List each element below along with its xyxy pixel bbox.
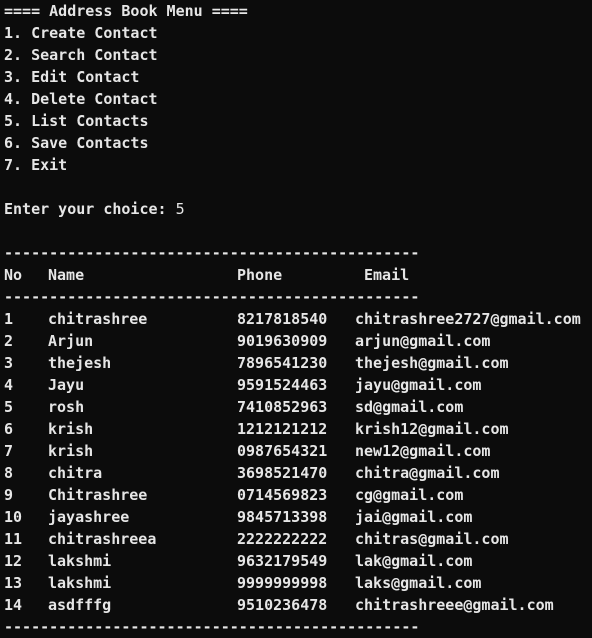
cell-phone: 8217818540 <box>237 310 328 328</box>
table-row: 14 asdfffg 9510236478 chitrashreee@gmail.co… <box>0 594 592 616</box>
cell-name: lakshmi <box>48 552 112 570</box>
choice-prompt-label: Enter your choice: <box>4 200 176 218</box>
table-row: 6 krish 1212121212 krish12@gmail.com <box>0 418 592 440</box>
cell-email: new12@gmail.com <box>355 442 491 460</box>
table-row: 13 lakshmi 9999999998 laks@gmail.com <box>0 572 592 594</box>
cell-phone: 9999999998 <box>237 574 328 592</box>
cell-email: jai@gmail.com <box>355 508 473 526</box>
cell-phone: 1212121212 <box>237 420 328 438</box>
cell-name: rosh <box>48 398 85 416</box>
table-row: 12 lakshmi 9632179549 lak@gmail.com <box>0 550 592 572</box>
cell-no: 6 <box>4 420 14 438</box>
cell-phone: 2222222222 <box>237 530 328 548</box>
cell-phone: 9632179549 <box>237 552 328 570</box>
menu-option-edit: 3. Edit Contact <box>4 68 140 86</box>
cell-phone: 9845713398 <box>237 508 328 526</box>
table-row: 3 thejesh 7896541230 thejesh@gmail.com <box>0 352 592 374</box>
cell-name: thejesh <box>48 354 112 372</box>
choice-input-value: 5 <box>175 200 185 218</box>
cell-phone: 7410852963 <box>237 398 328 416</box>
cell-no: 11 <box>4 530 23 548</box>
table-row: 5 rosh 7410852963 sd@gmail.com <box>0 396 592 418</box>
table-header-row: No Name Phone Email <box>0 264 592 286</box>
table-separator-header: ----------------------------------------… <box>4 288 420 306</box>
cell-email: jayu@gmail.com <box>355 376 482 394</box>
menu-option-save: 6. Save Contacts <box>4 134 149 152</box>
cell-name: chitrashreea <box>48 530 157 548</box>
header-email: Email <box>364 266 410 284</box>
cell-name: lakshmi <box>48 574 112 592</box>
cell-name: chitra <box>48 464 103 482</box>
cell-no: 9 <box>4 486 14 504</box>
cell-phone: 7896541230 <box>237 354 328 372</box>
cell-no: 5 <box>4 398 14 416</box>
terminal-window[interactable]: ==== Address Book Menu ==== 1. Create Co… <box>0 0 592 636</box>
table-row: 4 Jayu 9591524463 jayu@gmail.com <box>0 374 592 396</box>
cell-email: chitra@gmail.com <box>355 464 500 482</box>
cell-email: thejesh@gmail.com <box>355 354 509 372</box>
cell-email: krish12@gmail.com <box>355 420 509 438</box>
header-phone: Phone <box>237 266 283 284</box>
cell-email: laks@gmail.com <box>355 574 482 592</box>
cell-name: Jayu <box>48 376 85 394</box>
cell-no: 14 <box>4 596 23 614</box>
cell-email: sd@gmail.com <box>355 398 464 416</box>
cell-email: cg@gmail.com <box>355 486 464 504</box>
table-row: 11 chitrashreea 2222222222 chitras@gmail.co… <box>0 528 592 550</box>
cell-name: krish <box>48 420 94 438</box>
table-separator-bottom: ----------------------------------------… <box>4 618 420 636</box>
cell-name: asdfffg <box>48 596 112 614</box>
cell-no: 1 <box>4 310 14 328</box>
table-separator-top: ----------------------------------------… <box>4 244 420 262</box>
table-row: 7 krish 0987654321 new12@gmail.com <box>0 440 592 462</box>
cell-no: 3 <box>4 354 14 372</box>
cell-phone: 9591524463 <box>237 376 328 394</box>
table-row: 8 chitra 3698521470 chitra@gmail.com <box>0 462 592 484</box>
cell-no: 8 <box>4 464 14 482</box>
header-name: Name <box>48 266 85 284</box>
header-no: No <box>4 266 23 284</box>
menu-option-delete: 4. Delete Contact <box>4 90 158 108</box>
cell-name: krish <box>48 442 94 460</box>
menu-option-exit: 7. Exit <box>4 156 68 174</box>
table-row: 1 chitrashree 8217818540 chitrashree2727@gm… <box>0 308 592 330</box>
cell-name: Arjun <box>48 332 94 350</box>
cell-no: 10 <box>4 508 23 526</box>
cell-email: chitras@gmail.com <box>355 530 509 548</box>
cell-phone: 3698521470 <box>237 464 328 482</box>
cell-email: chitrashreee@gmail.com <box>355 596 554 614</box>
cell-no: 13 <box>4 574 23 592</box>
cell-phone: 9019630909 <box>237 332 328 350</box>
cell-no: 2 <box>4 332 14 350</box>
menu-option-search: 2. Search Contact <box>4 46 158 64</box>
cell-no: 4 <box>4 376 14 394</box>
cell-name: jayashree <box>48 508 130 526</box>
cell-phone: 0987654321 <box>237 442 328 460</box>
cell-name: chitrashree <box>48 310 148 328</box>
menu-title: ==== Address Book Menu ==== <box>4 2 248 20</box>
cell-phone: 9510236478 <box>237 596 328 614</box>
cell-name: Chitrashree <box>48 486 148 504</box>
cell-no: 12 <box>4 552 23 570</box>
table-row: 2 Arjun 9019630909 arjun@gmail.com <box>0 330 592 352</box>
menu-option-create: 1. Create Contact <box>4 24 158 42</box>
menu-option-list: 5. List Contacts <box>4 112 149 130</box>
table-row: 9 Chitrashree 0714569823 cg@gmail.com <box>0 484 592 506</box>
choice-prompt[interactable]: Enter your choice: 5 <box>4 198 185 220</box>
cell-no: 7 <box>4 442 14 460</box>
cell-email: lak@gmail.com <box>355 552 473 570</box>
table-row: 10 jayashree 9845713398 jai@gmail.com <box>0 506 592 528</box>
cell-email: chitrashree2727@gmail.com <box>355 310 581 328</box>
cell-phone: 0714569823 <box>237 486 328 504</box>
cell-email: arjun@gmail.com <box>355 332 491 350</box>
